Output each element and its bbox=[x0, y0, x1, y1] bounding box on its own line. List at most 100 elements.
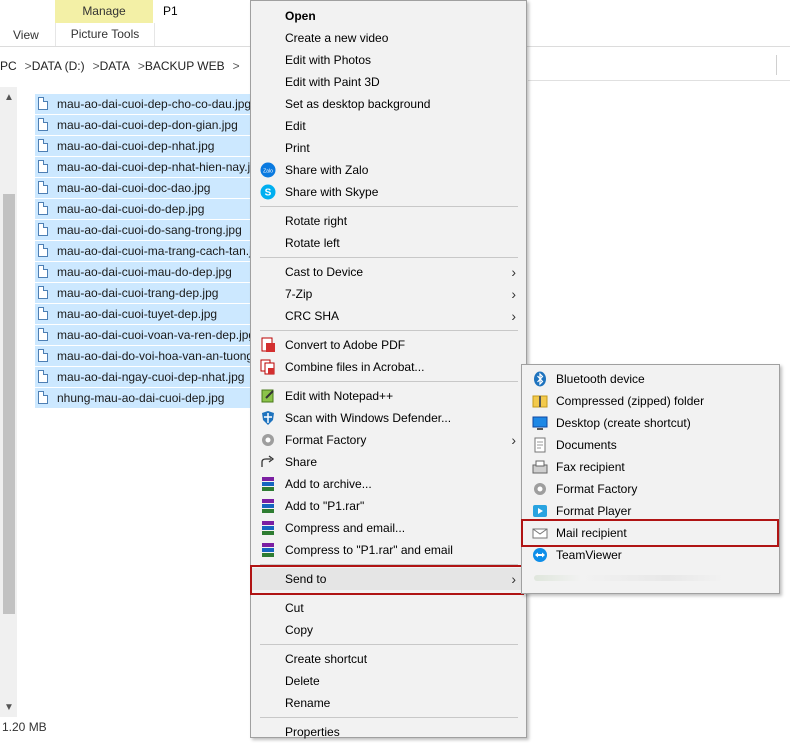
status-size: 1.20 MB bbox=[2, 720, 47, 734]
image-file-icon bbox=[38, 328, 48, 341]
sendto-fax[interactable]: Fax recipient bbox=[522, 456, 779, 478]
file-item[interactable]: mau-ao-dai-cuoi-dep-cho-co-dau.jpg bbox=[35, 94, 250, 114]
menu-label: Add to archive... bbox=[285, 477, 372, 491]
menu-notepad[interactable]: Edit with Notepad++ bbox=[251, 385, 526, 407]
file-item[interactable]: mau-ao-dai-cuoi-do-dep.jpg bbox=[35, 199, 250, 219]
scrollbar-thumb[interactable] bbox=[3, 194, 15, 614]
file-item[interactable]: mau-ao-dai-cuoi-trang-dep.jpg bbox=[35, 283, 250, 303]
menu-add-rar[interactable]: Add to "P1.rar" bbox=[251, 495, 526, 517]
file-item[interactable]: mau-ao-dai-cuoi-ma-trang-cach-tan.jpg bbox=[35, 241, 250, 261]
menu-rotate-right[interactable]: Rotate right bbox=[251, 210, 526, 232]
menu-label: Compress to "P1.rar" and email bbox=[285, 543, 453, 557]
menu-separator bbox=[260, 717, 518, 718]
sendto-format-factory[interactable]: Format Factory bbox=[522, 478, 779, 500]
sendto-documents[interactable]: Documents bbox=[522, 434, 779, 456]
file-item[interactable]: mau-ao-dai-cuoi-tuyet-dep.jpg bbox=[35, 304, 250, 324]
menu-label: Cast to Device bbox=[285, 265, 364, 279]
breadcrumb-data-drive[interactable]: DATA (D:) bbox=[32, 59, 85, 73]
sendto-network-drive[interactable] bbox=[522, 566, 779, 588]
image-file-icon bbox=[38, 223, 48, 236]
file-name: mau-ao-dai-cuoi-do-sang-trong.jpg bbox=[57, 223, 242, 237]
tab-view[interactable]: View bbox=[13, 28, 39, 42]
menu-label: Format Factory bbox=[285, 433, 367, 447]
menu-label: Rotate left bbox=[285, 236, 340, 250]
menu-properties[interactable]: Properties bbox=[251, 721, 526, 743]
menu-edit-photos[interactable]: Edit with Photos bbox=[251, 49, 526, 71]
menu-label: Edit with Notepad++ bbox=[285, 389, 394, 403]
file-item[interactable]: mau-ao-dai-cuoi-dep-don-gian.jpg bbox=[35, 115, 250, 135]
menu-compress-email[interactable]: Compress and email... bbox=[251, 517, 526, 539]
breadcrumb-backup-web[interactable]: BACKUP WEB bbox=[145, 59, 225, 73]
menu-defender[interactable]: Scan with Windows Defender... bbox=[251, 407, 526, 429]
file-item[interactable]: nhung-mau-ao-dai-cuoi-dep.jpg bbox=[35, 388, 250, 408]
menu-create-video[interactable]: Create a new video bbox=[251, 27, 526, 49]
address-dropdown[interactable] bbox=[776, 55, 790, 75]
image-file-icon bbox=[38, 181, 48, 194]
menu-delete[interactable]: Delete bbox=[251, 670, 526, 692]
menu-separator bbox=[260, 381, 518, 382]
zalo-icon: Zalo bbox=[260, 162, 276, 178]
menu-label: Create shortcut bbox=[285, 652, 368, 666]
submenu-label: Documents bbox=[556, 438, 617, 452]
menu-label: Copy bbox=[285, 623, 314, 637]
file-item[interactable]: mau-ao-dai-do-voi-hoa-van-an-tuong.jpg bbox=[35, 346, 250, 366]
file-item[interactable]: mau-ao-dai-cuoi-dep-nhat-hien-nay.jpg bbox=[35, 157, 250, 177]
sendto-teamviewer[interactable]: TeamViewer bbox=[522, 544, 779, 566]
menu-share[interactable]: Share bbox=[251, 451, 526, 473]
sendto-compressed[interactable]: Compressed (zipped) folder bbox=[522, 390, 779, 412]
menu-copy[interactable]: Copy bbox=[251, 619, 526, 641]
menu-7zip[interactable]: 7-Zip › bbox=[251, 283, 526, 305]
menu-label: Convert to Adobe PDF bbox=[285, 338, 406, 352]
menu-convert-pdf[interactable]: Convert to Adobe PDF bbox=[251, 334, 526, 356]
file-item[interactable]: mau-ao-dai-cuoi-doc-dao.jpg bbox=[35, 178, 250, 198]
menu-format-factory[interactable]: Format Factory › bbox=[251, 429, 526, 451]
menu-edit-paint3d[interactable]: Edit with Paint 3D bbox=[251, 71, 526, 93]
format-factory-icon bbox=[532, 481, 548, 497]
file-item[interactable]: mau-ao-dai-cuoi-mau-do-dep.jpg bbox=[35, 262, 250, 282]
menu-share-zalo[interactable]: Zalo Share with Zalo bbox=[251, 159, 526, 181]
menu-rename[interactable]: Rename bbox=[251, 692, 526, 714]
breadcrumb-pc[interactable]: PC bbox=[0, 59, 17, 73]
menu-cast-to-device[interactable]: Cast to Device › bbox=[251, 261, 526, 283]
image-file-icon bbox=[38, 370, 48, 383]
scroll-up-icon[interactable]: ▲ bbox=[4, 92, 14, 103]
menu-rotate-left[interactable]: Rotate left bbox=[251, 232, 526, 254]
breadcrumb-data[interactable]: DATA bbox=[100, 59, 130, 73]
breadcrumb[interactable]: PC >DATA (D:) >DATA >BACKUP WEB > bbox=[0, 55, 250, 77]
menu-label: Rename bbox=[285, 696, 331, 710]
manage-tab[interactable]: Manage bbox=[55, 0, 153, 23]
address-bar-extension[interactable] bbox=[528, 52, 790, 81]
chevron-right-icon: > bbox=[232, 59, 240, 73]
file-item[interactable]: mau-ao-dai-ngay-cuoi-dep-nhat.jpg bbox=[35, 367, 250, 387]
sendto-desktop[interactable]: Desktop (create shortcut) bbox=[522, 412, 779, 434]
submenu-label: Bluetooth device bbox=[556, 372, 645, 386]
notepad-plus-icon bbox=[260, 388, 276, 404]
menu-label: Scan with Windows Defender... bbox=[285, 411, 452, 425]
menu-open[interactable]: Open bbox=[251, 5, 526, 27]
menu-print[interactable]: Print bbox=[251, 137, 526, 159]
menu-label: 7-Zip bbox=[285, 287, 313, 301]
submenu-label: Format Factory bbox=[556, 482, 638, 496]
submenu-label: Fax recipient bbox=[556, 460, 625, 474]
window-title-p1: P1 bbox=[163, 4, 178, 18]
menu-combine-acrobat[interactable]: Combine files in Acrobat... bbox=[251, 356, 526, 378]
file-name: mau-ao-dai-cuoi-voan-va-ren-dep.jpg bbox=[57, 328, 250, 342]
menu-set-background[interactable]: Set as desktop background bbox=[251, 93, 526, 115]
skype-icon: S bbox=[260, 184, 276, 200]
file-item[interactable]: mau-ao-dai-cuoi-do-sang-trong.jpg bbox=[35, 220, 250, 240]
menu-compress-rar-email[interactable]: Compress to "P1.rar" and email bbox=[251, 539, 526, 561]
menu-cut[interactable]: Cut bbox=[251, 597, 526, 619]
menu-add-archive[interactable]: Add to archive... bbox=[251, 473, 526, 495]
scroll-down-icon[interactable]: ▼ bbox=[4, 702, 14, 713]
menu-share-skype[interactable]: S Share with Skype bbox=[251, 181, 526, 203]
menu-label: Share bbox=[285, 455, 318, 469]
menu-label: Set as desktop background bbox=[285, 97, 431, 111]
winrar-icon bbox=[260, 476, 276, 492]
file-item[interactable]: mau-ao-dai-cuoi-dep-nhat.jpg bbox=[35, 136, 250, 156]
sendto-bluetooth[interactable]: Bluetooth device bbox=[522, 368, 779, 390]
menu-create-shortcut[interactable]: Create shortcut bbox=[251, 648, 526, 670]
file-item[interactable]: mau-ao-dai-cuoi-voan-va-ren-dep.jpg bbox=[35, 325, 250, 345]
file-name: mau-ao-dai-cuoi-dep-nhat-hien-nay.jpg bbox=[57, 160, 250, 174]
menu-crc-sha[interactable]: CRC SHA › bbox=[251, 305, 526, 327]
menu-edit[interactable]: Edit bbox=[251, 115, 526, 137]
